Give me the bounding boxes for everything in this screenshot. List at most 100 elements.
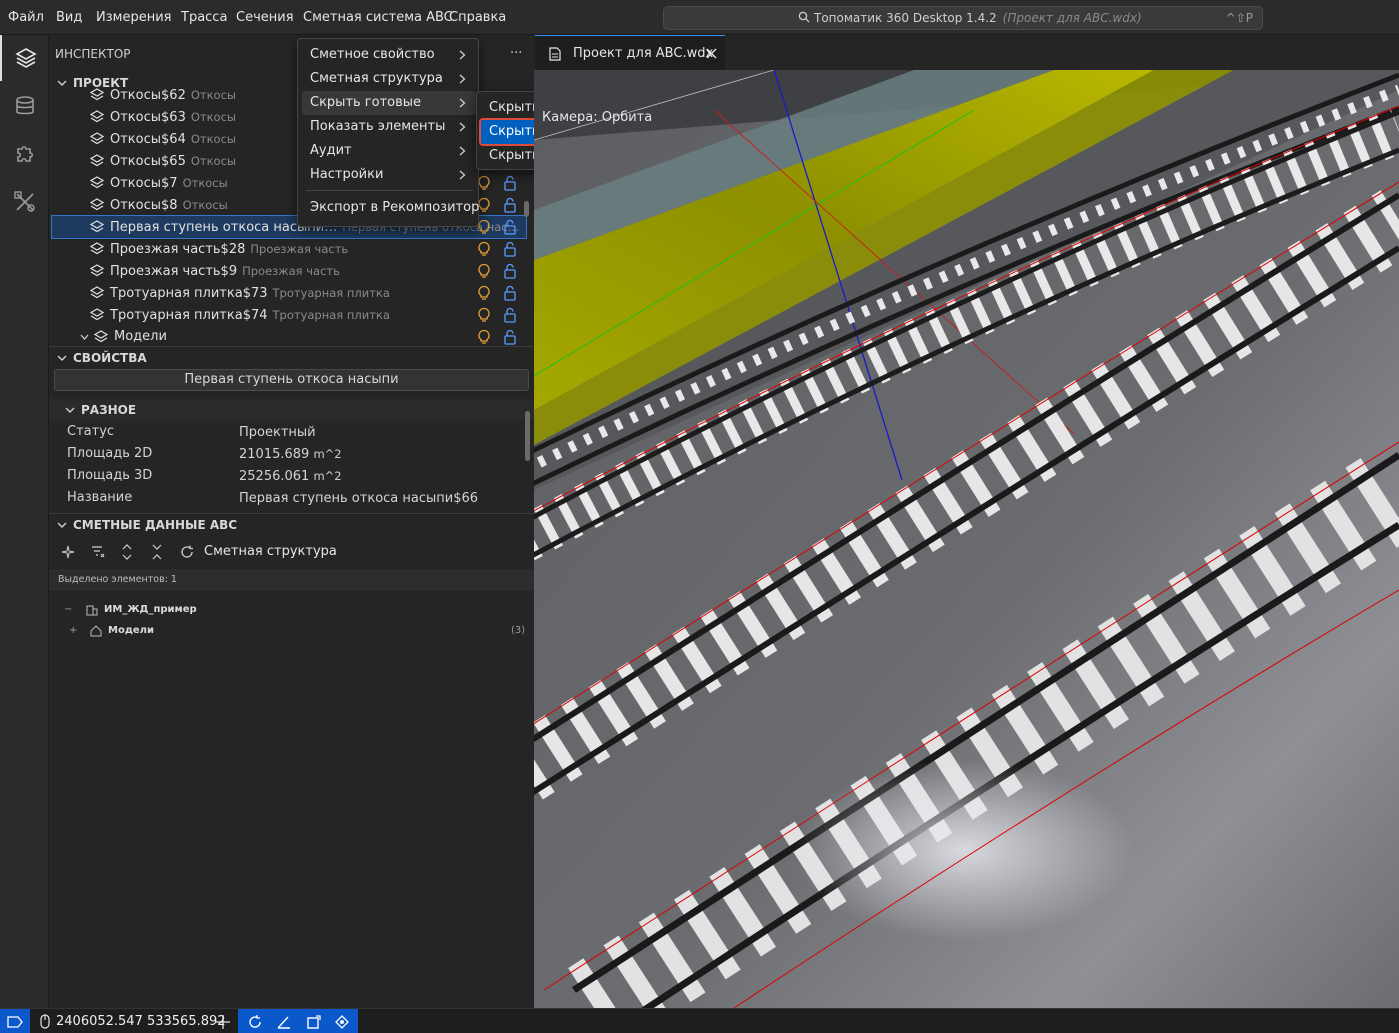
layer-icon: [89, 242, 105, 256]
tree-row[interactable]: Проезжая часть$28 Проезжая часть: [52, 238, 526, 260]
puzzle-icon[interactable]: [0, 131, 49, 177]
command-center[interactable]: Топоматик 360 Desktop 1.4.2 (Проект для A…: [663, 6, 1263, 30]
tree-row-desc: Откосы: [190, 88, 236, 102]
property-unit: m^2: [313, 469, 342, 483]
chevron-right-icon: [459, 74, 466, 84]
close-icon[interactable]: [706, 48, 717, 59]
sparkle-icon[interactable]: [61, 545, 75, 559]
tree-row-name: Тротуарная плитка$74: [110, 308, 268, 323]
context-menu-item[interactable]: Сметная структура: [302, 67, 476, 91]
tree-row-name: Проезжая часть$9: [110, 264, 238, 279]
command-center-shortcut: ^⇧P: [1225, 11, 1253, 25]
tab-project-label: Проект для ABC.wdx: [573, 46, 714, 61]
context-menu: Сметное свойство Сметная структура Скрыть …: [297, 38, 479, 227]
estimate-tree-label: ИМ_ЖД_пример: [104, 604, 197, 615]
chevron-down-icon: [57, 80, 67, 86]
tree-row[interactable]: Тротуарная плитка$74 Тротуарная плитка: [52, 304, 526, 326]
layer-icon: [89, 264, 105, 278]
vertex-snap-icon[interactable]: [334, 1014, 350, 1030]
property-row[interactable]: Название Первая ступень откоса насыпи$66: [49, 487, 519, 509]
visibility-bulb-icon[interactable]: [476, 329, 492, 345]
chevron-down-icon: [80, 334, 89, 340]
app-window: Файл Вид Измерения Трасса Сечения Сметна…: [0, 0, 1399, 1033]
object-name-field[interactable]: Первая ступень откоса насыпи: [54, 369, 529, 391]
rotate-snap-icon[interactable]: [247, 1014, 263, 1030]
menu-item-export[interactable]: Экспорт в Рекомпозитор: [302, 196, 479, 220]
layer-icon: [89, 286, 105, 300]
command-center-title: Топоматик 360 Desktop 1.4.2: [814, 11, 997, 25]
chevron-down-icon: [57, 355, 67, 361]
context-menu-item[interactable]: Настройки: [302, 163, 476, 187]
cursor-coordinates: 2406052.547 533565.892: [56, 1014, 226, 1029]
context-menu-item[interactable]: Аудит: [302, 139, 476, 163]
filter-clear-icon[interactable]: [91, 545, 105, 559]
lock-icon[interactable]: [502, 329, 518, 345]
frame-snap-icon[interactable]: [306, 1014, 322, 1030]
menu-abc[interactable]: Сметная система ABC: [303, 0, 453, 35]
estimate-tree-row[interactable]: − ИМ_ЖД_пример: [49, 599, 534, 620]
status-remote-icon[interactable]: [0, 1009, 30, 1033]
tools-icon[interactable]: [0, 179, 49, 225]
property-value: 21015.689: [239, 447, 310, 462]
layers-icon[interactable]: [0, 35, 49, 81]
tree-row[interactable]: Тротуарная плитка$73 Тротуарная плитка: [52, 282, 526, 304]
tree-row-name: Откосы$65: [110, 154, 186, 169]
context-menu-item-label: Сметная структура: [310, 71, 443, 86]
crosshair-icon[interactable]: [216, 1015, 230, 1029]
command-center-project: (Проект для ABC.wdx): [1002, 11, 1142, 25]
tab-project[interactable]: Проект для ABC.wdx: [535, 35, 725, 70]
estimate-structure-label[interactable]: Сметная структура: [204, 539, 337, 565]
menu-measurements[interactable]: Измерения: [96, 0, 171, 35]
tree-scrollbar[interactable]: [524, 201, 529, 217]
context-menu-item[interactable]: Скрыть готовые: [302, 91, 476, 115]
context-menu-item[interactable]: Сметное свойство: [302, 43, 476, 67]
chevron-right-icon: [459, 98, 466, 108]
refresh-icon[interactable]: [180, 545, 194, 559]
context-menu-item[interactable]: Показать элементы: [302, 115, 476, 139]
tree-row-name: Проезжая часть$28: [110, 242, 246, 257]
menu-sections[interactable]: Сечения: [236, 0, 294, 35]
misc-group-label: РАЗНОЕ: [81, 403, 137, 417]
layer-icon: [89, 308, 105, 322]
home-icon: [90, 624, 102, 645]
abc-toolbar: Сметная структура: [49, 539, 534, 565]
collapse-icon[interactable]: [151, 544, 163, 560]
menu-view[interactable]: Вид: [56, 0, 82, 35]
tree-row-models[interactable]: Модели: [52, 326, 526, 345]
estimate-tree-count: (3): [511, 625, 526, 636]
tree-row-desc: Откосы: [182, 198, 228, 212]
expand-icon[interactable]: [121, 544, 133, 560]
menu-help[interactable]: Справка: [449, 0, 506, 35]
menu-file[interactable]: Файл: [8, 0, 44, 35]
tree-toggle[interactable]: +: [69, 620, 77, 641]
chevron-right-icon: [459, 50, 466, 60]
layer-icon: [89, 198, 105, 212]
tree-row-name: Откосы$63: [110, 110, 186, 125]
property-unit: m^2: [313, 447, 342, 461]
chevron-right-icon: [459, 122, 466, 132]
viewport-3d[interactable]: Проект для ABC.wdx Камера: Орбита: [534, 35, 1399, 1008]
abc-section-header[interactable]: СМЕТНЫЕ ДАННЫЕ ABC: [49, 513, 534, 535]
layer-icon: [89, 110, 105, 124]
selected-count-bar: Выделено элементов: 1: [49, 569, 534, 591]
property-key: Название: [67, 490, 133, 505]
database-icon[interactable]: [0, 83, 49, 129]
menu-route[interactable]: Трасса: [181, 0, 227, 35]
property-row[interactable]: Площадь 2D 21015.689 m^2: [49, 443, 519, 465]
mouse-icon: [40, 1014, 50, 1029]
scene-canvas[interactable]: Камера: Орбита: [534, 70, 1399, 1008]
properties-section-header[interactable]: СВОЙСТВА: [49, 346, 534, 368]
more-actions-button[interactable]: ···: [510, 43, 522, 65]
editor-tab-bar: Проект для ABC.wdx: [534, 35, 1399, 70]
tree-row-desc: Откосы: [190, 154, 236, 168]
estimate-tree-row[interactable]: + Модели (3): [49, 620, 534, 641]
property-row[interactable]: Площадь 3D 25256.061 m^2: [49, 465, 519, 487]
property-row[interactable]: Статус Проектный: [49, 421, 519, 443]
layer-icon: [89, 154, 105, 168]
chevron-right-icon: [459, 170, 466, 180]
angle-snap-icon[interactable]: [276, 1014, 292, 1030]
properties-scrollbar[interactable]: [525, 411, 530, 461]
tree-toggle[interactable]: −: [64, 599, 72, 620]
tree-row[interactable]: Проезжая часть$9 Проезжая часть: [52, 260, 526, 282]
misc-group-header[interactable]: РАЗНОЕ: [49, 399, 534, 421]
